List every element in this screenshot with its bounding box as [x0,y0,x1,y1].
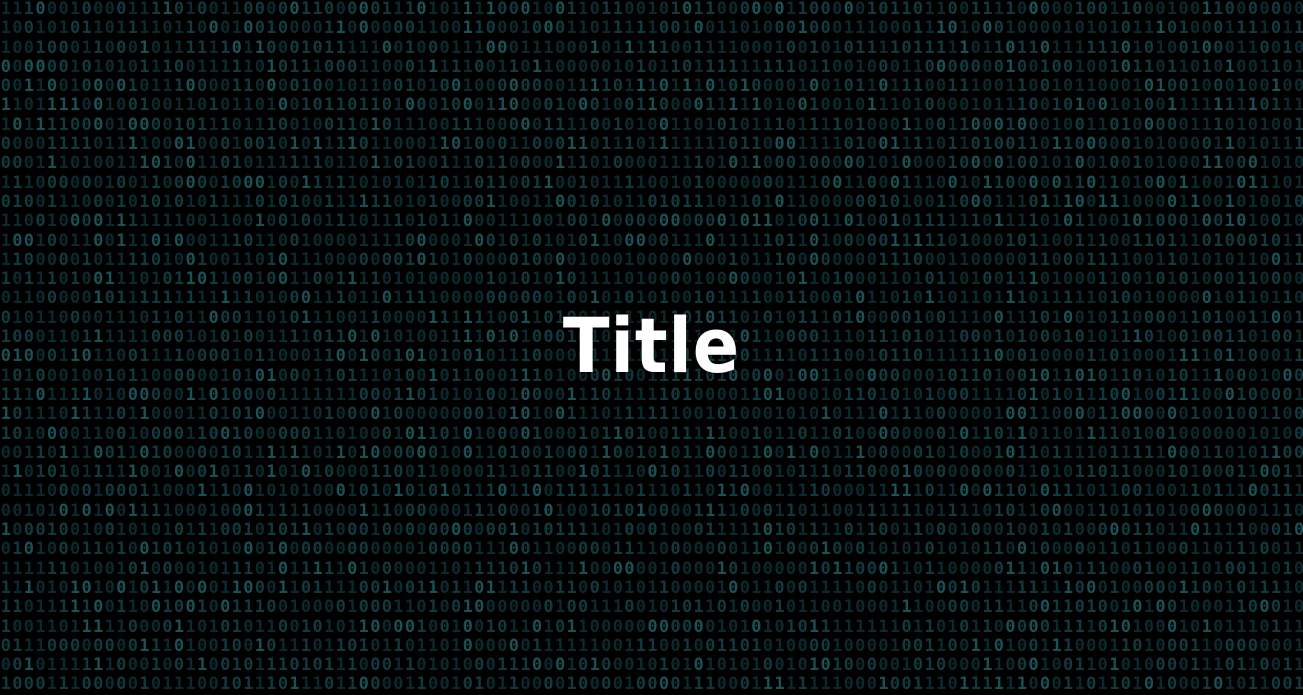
binary-row: 0101000110100101010100010000000000001000… [0,540,1303,560]
binary-row: 1100100001111111001100100100111011101011… [0,212,1303,232]
binary-row: 1110101010010110000110001101111001001101… [0,578,1303,598]
page-title: Title [562,301,741,390]
binary-row: 0111000000001110100100101110110101101101… [0,636,1303,656]
binary-row: 1010000110010000110010000001101000101101… [0,424,1303,444]
binary-row: 1000111000001011100101110111011000011001… [0,675,1303,695]
binary-row: 1011101001110101101100100110011110101000… [0,270,1303,290]
binary-row: 0011001000010111000011000010010110010100… [0,77,1303,97]
binary-row: 1101010111110010001011010101000011001100… [0,463,1303,483]
binary-row: 0010101010011110001000111110000111000000… [0,501,1303,521]
binary-row: 0001110100111010011010111111011011010011… [0,154,1303,174]
binary-row: 0000001010101110011111010111000110001111… [0,57,1303,77]
binary-row: 0011011100110100000101111110110100000010… [0,443,1303,463]
binary-row: 0111000010001100011100101010001010101010… [0,482,1303,502]
binary-row: 1001001100111010001110110010000111100000… [0,231,1303,251]
binary-row: 1101111001001001101011010010110110100010… [0,96,1303,116]
slide-canvas: 1110001000011110100110000011000001110101… [0,0,1303,695]
binary-row: 1111110100101000010111010111110100000110… [0,559,1303,579]
binary-row: 1100000101111010010011010111000000010101… [0,250,1303,270]
binary-row: 1001000110001011111101100010111110010001… [0,38,1303,58]
binary-row: 1101111100110010010011100100001000110100… [0,598,1303,618]
binary-row: 1110001000011110100110000011000001110101… [0,0,1303,19]
binary-row: 1110000001001100000100010011111010101101… [0,173,1303,193]
binary-row: 1000100100101010111001010110100010000000… [0,521,1303,541]
binary-row: 1001101111100001101010110010101100001001… [0,617,1303,637]
binary-row: 0100111000101010101111010100111111010100… [0,192,1303,212]
binary-row: 0000111101111000100010010101111011000110… [0,135,1303,155]
binary-row: 1011101111011000110101000110100001000000… [0,405,1303,425]
binary-row: 0010111111000100110010111010111000110101… [0,656,1303,676]
binary-row: 1011110000100001011101110010011010111001… [0,115,1303,135]
binary-row: 1001010110111101100010010000110000001100… [0,19,1303,39]
